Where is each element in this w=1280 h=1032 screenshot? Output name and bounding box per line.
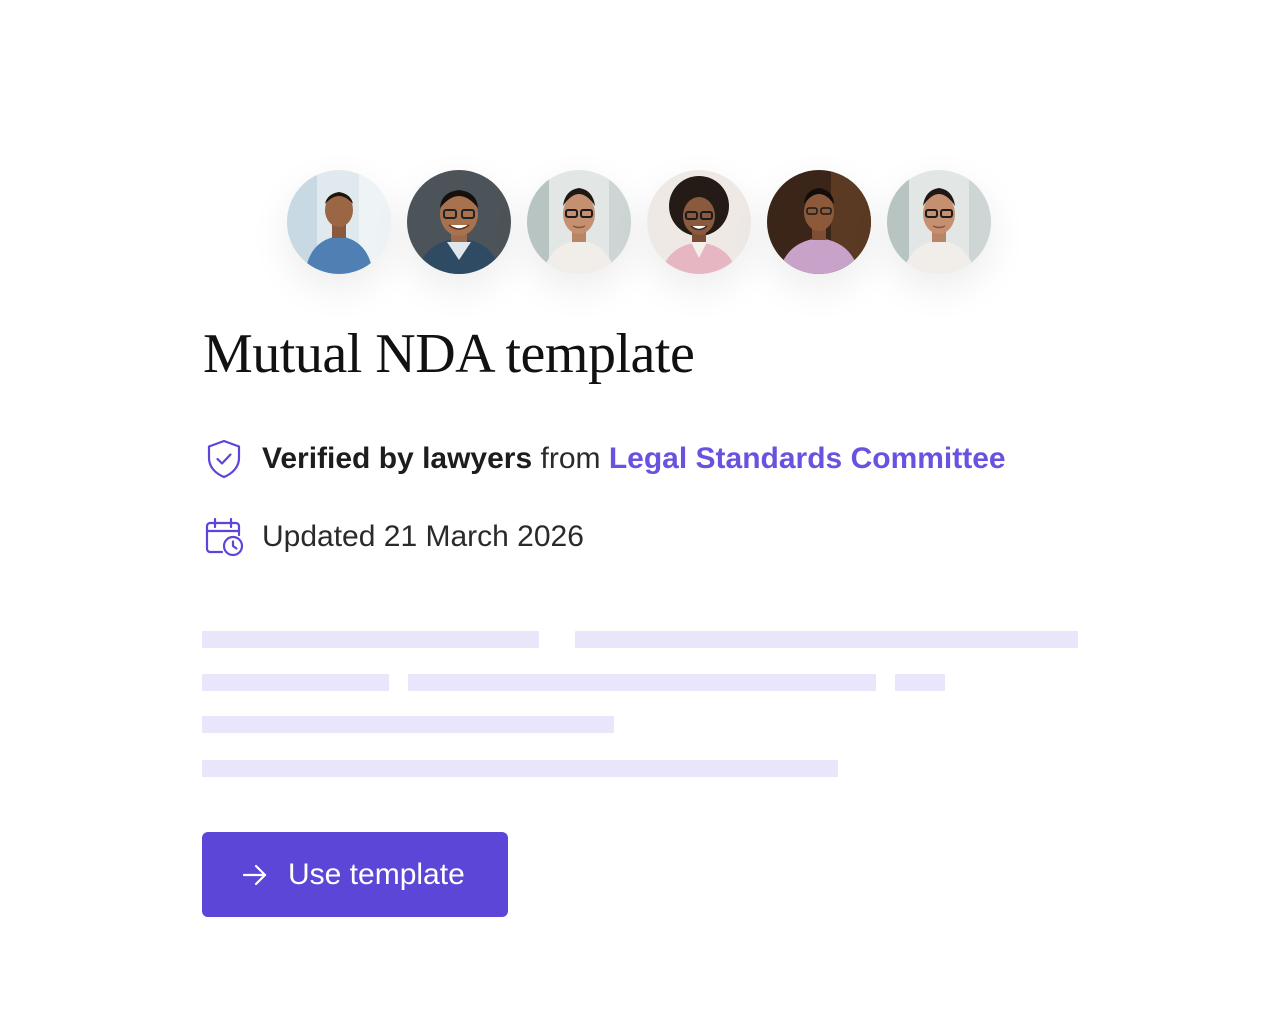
placeholder-line xyxy=(575,631,1078,648)
placeholder-line xyxy=(202,631,539,648)
avatar xyxy=(527,170,631,274)
page-title: Mutual NDA template xyxy=(203,323,695,385)
updated-date: Updated 21 March 2026 xyxy=(262,520,584,553)
shield-check-icon xyxy=(207,439,241,479)
verified-row: Verified by lawyers from Legal Standards… xyxy=(203,438,1006,480)
avatar xyxy=(287,170,391,274)
placeholder-line xyxy=(202,674,389,691)
avatar xyxy=(647,170,751,274)
use-template-button[interactable]: Use template xyxy=(202,832,508,917)
placeholder-line xyxy=(895,674,945,691)
placeholder-line xyxy=(202,760,838,777)
placeholder-line xyxy=(408,674,876,691)
calendar-clock-icon xyxy=(205,517,244,557)
verified-label: Verified by lawyers xyxy=(262,442,533,475)
placeholder-line xyxy=(202,716,614,733)
verifier-link[interactable]: Legal Standards Committee xyxy=(609,442,1006,476)
lawyer-avatars xyxy=(287,170,991,274)
verified-connector: from xyxy=(540,442,601,475)
arrow-right-icon xyxy=(242,864,267,885)
avatar xyxy=(767,170,871,274)
updated-row: Updated 21 March 2026 xyxy=(203,516,584,558)
avatar xyxy=(407,170,511,274)
avatar xyxy=(887,170,991,274)
use-template-label: Use template xyxy=(288,857,465,891)
